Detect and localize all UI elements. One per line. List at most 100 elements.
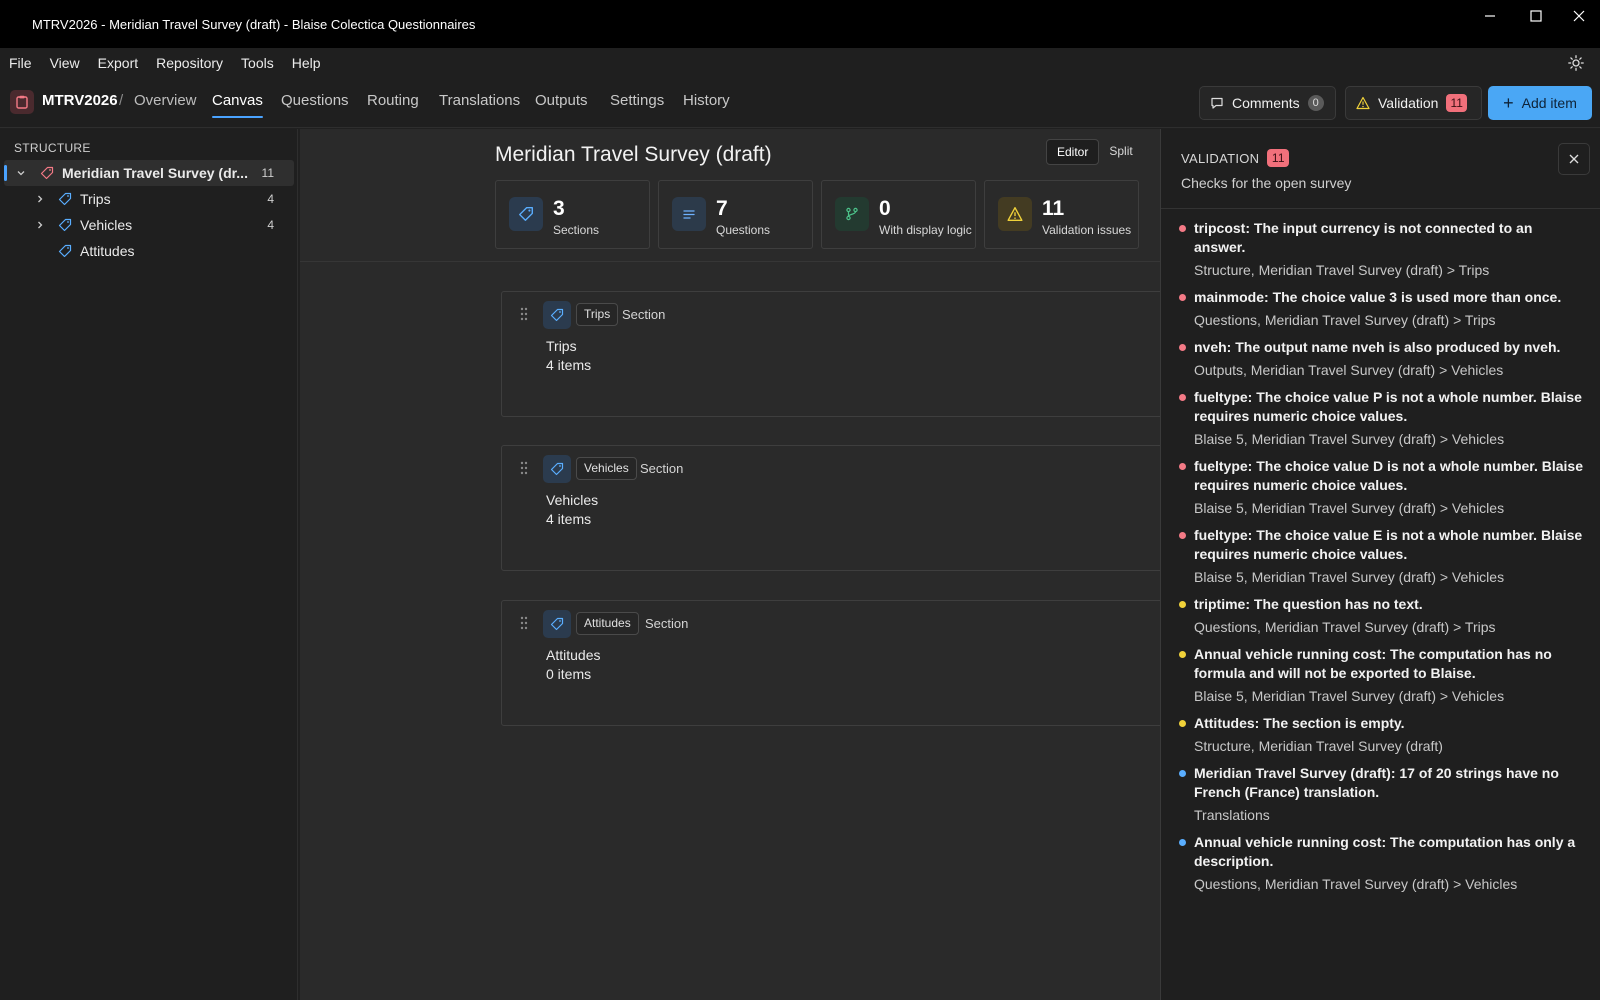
validation-message: tripcost: The input currency is not conn… [1194, 220, 1533, 255]
validation-location: Questions, Meridian Travel Survey (draft… [1194, 876, 1518, 892]
mode-split[interactable]: Split [1099, 139, 1142, 165]
validation-item[interactable]: Annual vehicle running cost: The computa… [1161, 645, 1600, 706]
comments-button[interactable]: Comments 0 [1199, 86, 1336, 120]
validation-item[interactable]: tripcost: The input currency is not conn… [1161, 219, 1600, 280]
mode-editor[interactable]: Editor [1046, 139, 1100, 165]
tag-icon [509, 197, 543, 231]
validation-button[interactable]: Validation 11 [1345, 86, 1482, 120]
maximize-button[interactable] [1513, 0, 1559, 32]
tag-icon [543, 455, 571, 483]
validation-count: 11 [1446, 94, 1467, 112]
menu-export[interactable]: Export [89, 48, 147, 78]
tree-label-trips: Trips [80, 191, 111, 207]
severity-dot [1179, 294, 1186, 301]
tag-icon [543, 610, 571, 638]
tab-history[interactable]: History [683, 92, 730, 118]
validation-item[interactable]: Annual vehicle running cost: The computa… [1161, 833, 1600, 894]
branch-icon [835, 197, 869, 231]
breadcrumb-overview[interactable]: Overview [134, 92, 197, 109]
sun-icon[interactable] [1568, 55, 1584, 71]
severity-dot [1179, 463, 1186, 470]
drag-handle-icon[interactable] [518, 306, 530, 322]
tab-routing[interactable]: Routing [367, 92, 419, 118]
validation-item[interactable]: triptime: The question has no text. Quest… [1161, 595, 1600, 637]
severity-dot [1179, 720, 1186, 727]
validation-item[interactable]: fueltype: The choice value D is not a wh… [1161, 457, 1600, 518]
validation-item[interactable]: nveh: The output name nveh is also produ… [1161, 338, 1600, 380]
canvas-area: Meridian Travel Survey (draft) Editor Sp… [300, 129, 1160, 1000]
tree-item-vehicles[interactable]: Vehicles 4 [4, 212, 294, 238]
stat-label: Validation issues [1042, 223, 1132, 237]
tag-icon [58, 218, 72, 232]
menu-file[interactable]: File [0, 48, 41, 78]
section-chip: Attitudes [576, 612, 639, 635]
tree-count-survey: 11 [261, 166, 274, 180]
tree-item-survey[interactable]: Meridian Travel Survey (dr... 11 [4, 160, 294, 186]
validation-message: triptime: The question has no text. [1194, 596, 1423, 612]
tag-icon [58, 192, 72, 206]
stat-card-display-logic: 0 With display logic [821, 180, 976, 249]
section-card-trips[interactable]: Trips Section Trips 4 items [501, 291, 1160, 417]
drag-handle-icon[interactable] [518, 615, 530, 631]
menu-repository[interactable]: Repository [147, 48, 232, 78]
menu-help[interactable]: Help [283, 48, 330, 78]
add-item-button[interactable]: + Add item [1488, 86, 1592, 120]
menu-tools[interactable]: Tools [232, 48, 283, 78]
drag-handle-icon[interactable] [518, 460, 530, 476]
maximize-icon [1530, 10, 1542, 22]
severity-dot [1179, 839, 1186, 846]
section-name: Trips [546, 338, 577, 354]
close-window-button[interactable] [1559, 0, 1599, 32]
stat-card-questions: 7 Questions [658, 180, 813, 249]
lines-icon [672, 197, 706, 231]
tab-questions[interactable]: Questions [281, 92, 349, 118]
section-type: Section [640, 461, 684, 476]
chevron-right-icon[interactable] [34, 219, 46, 231]
section-card-attitudes[interactable]: Attitudes Section Attitudes 0 items [501, 600, 1160, 726]
tab-outputs[interactable]: Outputs [535, 92, 588, 118]
validation-item[interactable]: Meridian Travel Survey (draft): 17 of 20… [1161, 764, 1600, 825]
validation-location: Translations [1194, 807, 1270, 823]
close-icon [1569, 154, 1579, 164]
comments-label: Comments [1232, 95, 1300, 111]
chevron-right-icon[interactable] [34, 193, 46, 205]
tree-item-trips[interactable]: Trips 4 [4, 186, 294, 212]
validation-message: fueltype: The choice value D is not a wh… [1194, 458, 1583, 493]
severity-dot [1179, 601, 1186, 608]
close-icon [1573, 10, 1585, 22]
validation-label: Validation [1378, 95, 1439, 111]
validation-item[interactable]: fueltype: The choice value P is not a wh… [1161, 388, 1600, 449]
add-item-label: Add item [1521, 95, 1577, 111]
tab-translations[interactable]: Translations [439, 92, 520, 118]
comment-icon [1211, 97, 1223, 109]
app-icon [10, 90, 34, 114]
validation-item[interactable]: fueltype: The choice value E is not a wh… [1161, 526, 1600, 587]
tree-count-trips: 4 [267, 192, 274, 206]
close-panel-button[interactable] [1558, 143, 1590, 175]
menu-view[interactable]: View [41, 48, 89, 78]
plus-icon: + [1503, 93, 1514, 113]
validation-item[interactable]: mainmode: The choice value 3 is used mor… [1161, 288, 1600, 330]
tab-canvas[interactable]: Canvas [212, 92, 263, 118]
severity-dot [1179, 344, 1186, 351]
severity-dot [1179, 532, 1186, 539]
validation-item[interactable]: Attitudes: The section is empty. Structur… [1161, 714, 1600, 756]
clipboard-icon [16, 95, 28, 109]
validation-location: Structure, Meridian Travel Survey (draft… [1194, 262, 1490, 278]
survey-code: MTRV2026 [42, 92, 118, 109]
structure-heading: STRUCTURE [14, 141, 91, 155]
menu-bar: File View Export Repository Tools Help [0, 48, 1600, 78]
section-type: Section [622, 307, 666, 322]
tab-settings[interactable]: Settings [610, 92, 664, 118]
chevron-down-icon[interactable] [15, 167, 27, 179]
tree-item-attitudes[interactable]: Attitudes [4, 238, 294, 264]
section-card-vehicles[interactable]: Vehicles Section Vehicles 4 items [501, 445, 1160, 571]
stat-label: With display logic [879, 223, 972, 237]
tag-icon [58, 244, 72, 258]
minimize-button[interactable] [1467, 0, 1513, 32]
validation-location: Blaise 5, Meridian Travel Survey (draft)… [1194, 431, 1505, 447]
comments-count: 0 [1307, 95, 1324, 111]
divider [1161, 208, 1600, 209]
severity-dot [1179, 225, 1186, 232]
structure-sidebar: STRUCTURE Meridian Travel Survey (dr... … [0, 129, 298, 1000]
